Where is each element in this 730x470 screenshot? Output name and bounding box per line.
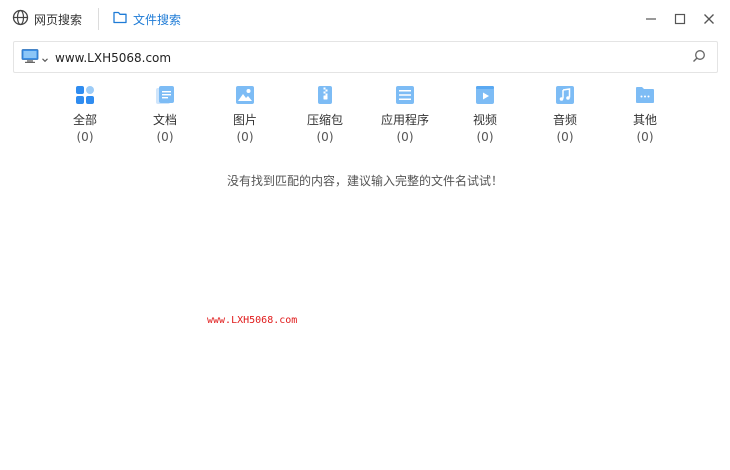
maximize-button[interactable] bbox=[670, 9, 690, 29]
category-archives-label: 压缩包 bbox=[306, 113, 343, 127]
category-archives-count: (0) bbox=[316, 130, 334, 144]
application-icon bbox=[395, 85, 415, 105]
close-icon bbox=[703, 10, 715, 29]
search-input[interactable] bbox=[55, 47, 675, 69]
minimize-button[interactable] bbox=[641, 9, 661, 29]
category-documents-label: 文档 bbox=[152, 113, 177, 127]
category-all-count: (0) bbox=[76, 130, 94, 144]
category-bar: 全部 (0) 文档 (0) 图片 (0) 压缩包 (0) 应用程序 (0) 视频… bbox=[45, 84, 685, 146]
folder-icon bbox=[112, 9, 128, 29]
video-icon bbox=[475, 85, 495, 105]
grid-icon bbox=[75, 85, 95, 105]
tab-web-search-label: 网页搜索 bbox=[34, 12, 83, 27]
minimize-icon bbox=[645, 10, 657, 29]
category-audio[interactable]: 音频 (0) bbox=[525, 84, 605, 146]
search-button[interactable] bbox=[691, 49, 707, 65]
tab-web-search[interactable]: 网页搜索 bbox=[12, 6, 82, 32]
archive-icon bbox=[315, 85, 335, 105]
category-images-label: 图片 bbox=[232, 113, 257, 127]
category-audio-count: (0) bbox=[556, 130, 574, 144]
computer-icon bbox=[21, 48, 41, 68]
category-documents-count: (0) bbox=[156, 130, 174, 144]
folder-more-icon bbox=[635, 85, 655, 105]
category-other-count: (0) bbox=[636, 130, 654, 144]
title-bar: 网页搜索 文件搜索 bbox=[0, 0, 730, 38]
music-icon bbox=[555, 85, 575, 105]
tab-file-search-label: 文件搜索 bbox=[133, 12, 182, 27]
watermark-text: www.LXH5068.com bbox=[207, 315, 298, 326]
category-archives[interactable]: 压缩包 (0) bbox=[285, 84, 365, 146]
category-videos-label: 视频 bbox=[472, 113, 497, 127]
tab-file-search[interactable]: 文件搜索 bbox=[112, 6, 181, 32]
category-audio-label: 音频 bbox=[552, 113, 577, 127]
category-videos-count: (0) bbox=[476, 130, 494, 144]
category-all[interactable]: 全部 (0) bbox=[45, 84, 125, 146]
image-icon bbox=[235, 85, 255, 105]
category-applications[interactable]: 应用程序 (0) bbox=[365, 84, 445, 146]
category-images[interactable]: 图片 (0) bbox=[205, 84, 285, 146]
maximize-icon bbox=[674, 10, 686, 29]
empty-result-message: 没有找到匹配的内容，建议输入完整的文件名试试！ bbox=[226, 174, 503, 188]
category-documents[interactable]: 文档 (0) bbox=[125, 84, 205, 146]
category-other[interactable]: 其他 (0) bbox=[605, 84, 685, 146]
search-scope-dropdown[interactable] bbox=[21, 48, 49, 68]
document-icon bbox=[155, 85, 175, 105]
category-applications-label: 应用程序 bbox=[380, 113, 429, 127]
category-all-label: 全部 bbox=[72, 113, 97, 127]
close-button[interactable] bbox=[699, 9, 719, 29]
chevron-down-icon bbox=[41, 49, 49, 68]
globe-icon bbox=[12, 9, 29, 30]
search-bar bbox=[13, 41, 718, 73]
category-applications-count: (0) bbox=[396, 130, 414, 144]
tab-divider bbox=[98, 8, 99, 30]
category-images-count: (0) bbox=[236, 130, 254, 144]
category-videos[interactable]: 视频 (0) bbox=[445, 84, 525, 146]
search-icon bbox=[692, 48, 706, 67]
category-other-label: 其他 bbox=[632, 113, 657, 127]
file-search-window: 网页搜索 文件搜索 www.LXH5068.com 全部 (0) 文档 (0) … bbox=[0, 0, 730, 470]
